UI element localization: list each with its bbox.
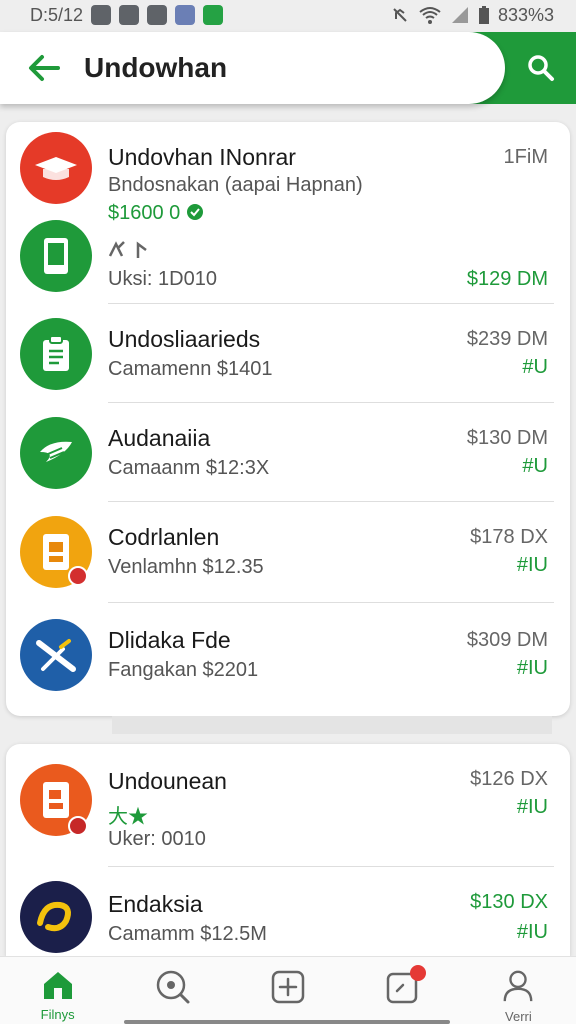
home-indicator xyxy=(124,1020,450,1024)
back-arrow-icon[interactable] xyxy=(26,50,62,86)
nav-label: Filnys xyxy=(40,1007,75,1022)
item-price: $126 DX xyxy=(470,768,548,790)
people-icon xyxy=(108,241,147,258)
item-subtitle: Fangakan $2201 xyxy=(108,659,259,681)
item-name: Undosliaarieds xyxy=(108,326,261,352)
nav-search[interactable] xyxy=(115,957,230,1024)
wifi-icon xyxy=(419,7,441,24)
item-subtitle: Venlamhn $12.35 xyxy=(108,556,264,578)
nav-add[interactable] xyxy=(230,957,345,1024)
nav-home[interactable]: Filnys xyxy=(0,957,115,1024)
search-circle-icon xyxy=(156,970,190,1004)
item-name: Undovhan INonrar xyxy=(108,144,296,170)
item-name: Endaksia xyxy=(108,891,203,917)
app-icon xyxy=(20,764,92,836)
ticket-icon xyxy=(40,441,72,462)
item-price: $178 DX xyxy=(470,526,548,548)
app-icon xyxy=(20,220,92,292)
item-subtitle: Uker: 0010 xyxy=(108,828,206,850)
list-item[interactable]: Dlidaka Fde Fangakan $2201 $309 DM #IU xyxy=(6,603,570,713)
app-icon xyxy=(20,516,92,588)
home-icon xyxy=(43,972,72,999)
item-tag: #U xyxy=(522,356,548,378)
item-tag: #IU xyxy=(516,796,548,818)
card-shadow xyxy=(112,716,552,734)
list-item[interactable]: Undovhan INonrar Bndosnakan (aapai Hapna… xyxy=(6,122,570,302)
battery-level: 833%3 xyxy=(497,4,554,25)
add-box-icon xyxy=(271,970,305,1004)
app-icon xyxy=(20,619,92,691)
clipboard-icon xyxy=(43,335,69,371)
item-price: $130 DX xyxy=(470,891,548,913)
app-icon xyxy=(20,318,92,390)
item-subtitle: Uksi: 1D010 xyxy=(108,268,217,290)
bottom-navigation: Filnys Verri xyxy=(0,956,576,1024)
item-name: Dlidaka Fde xyxy=(108,627,231,653)
status-time: D:5/12 xyxy=(30,4,84,25)
notification-icon xyxy=(203,5,224,25)
transaction-card: Undovhan INonrar Bndosnakan (aapai Hapna… xyxy=(6,122,570,716)
status-bar: D:5/12 833%3 xyxy=(0,0,576,30)
notification-badge xyxy=(409,965,426,981)
item-tag-line: 大★ xyxy=(108,806,148,828)
item-rating-icons xyxy=(108,240,152,266)
status-right: 833%3 xyxy=(390,5,554,26)
item-time: 1FiM xyxy=(503,146,548,168)
tools-icon xyxy=(36,639,76,672)
item-tag: #IU xyxy=(516,921,548,943)
document-icon xyxy=(43,782,69,818)
transaction-card: Undounean 大★ Uker: 0010 $126 DX #IU Enda… xyxy=(6,744,570,956)
item-price: $129 DM xyxy=(466,268,548,290)
verified-icon xyxy=(186,204,203,220)
battery-icon xyxy=(478,6,489,24)
id-card-icon xyxy=(43,534,69,570)
app-header: Undowhan xyxy=(0,32,576,106)
item-subtitle: Camaanm $12:3X xyxy=(108,457,270,479)
phone-icon xyxy=(44,238,68,274)
nav-profile[interactable]: Verri xyxy=(461,957,576,1024)
item-subtitle: Bndosnakan (aapai Hapnan) xyxy=(108,174,363,196)
person-icon xyxy=(504,970,533,1002)
alert-badge xyxy=(68,816,88,836)
item-amount-text: $1600 0 xyxy=(108,202,181,224)
notification-icon xyxy=(91,5,112,25)
item-tag: #IU xyxy=(516,657,548,679)
nav-notifications[interactable] xyxy=(346,957,461,1024)
item-price: $130 DM xyxy=(466,427,548,449)
signal-icon xyxy=(451,7,468,23)
item-subtitle: Camamm $12.5M xyxy=(108,923,267,945)
item-name: Audanaiia xyxy=(108,425,211,451)
app-icon xyxy=(20,417,92,489)
notification-icon xyxy=(147,5,168,25)
item-price: $309 DM xyxy=(466,629,548,651)
list-item[interactable]: Undounean 大★ Uker: 0010 $126 DX #IU xyxy=(6,744,570,866)
item-name: Codrlanlen xyxy=(108,524,220,550)
notification-icon xyxy=(175,5,196,25)
status-left: D:5/12 xyxy=(30,4,224,26)
list-item[interactable]: Audanaiia Camaanm $12:3X $130 DM #U xyxy=(6,403,570,501)
item-amount: $1600 0 xyxy=(108,202,204,225)
search-icon xyxy=(528,55,554,81)
item-name: Undounean xyxy=(108,768,227,794)
item-tag: #U xyxy=(522,455,548,477)
header-bar: Undowhan xyxy=(0,32,505,104)
list-item[interactable]: Endaksia Camamm $12.5M $130 DX #IU xyxy=(6,867,570,956)
item-tag: #IU xyxy=(516,554,548,576)
link-icon xyxy=(37,901,71,932)
list-item[interactable]: Codrlanlen Venlamhn $12.35 $178 DX #IU xyxy=(6,502,570,602)
page-title: Undowhan xyxy=(84,52,228,83)
silent-icon xyxy=(393,8,407,22)
app-icon xyxy=(20,132,92,204)
notification-icon xyxy=(119,5,140,25)
nav-label: Verri xyxy=(505,1009,532,1024)
item-subtitle: Camamenn $1401 xyxy=(108,358,273,380)
graduation-cap-icon xyxy=(35,157,77,180)
app-icon xyxy=(20,881,92,953)
list-item[interactable]: Undosliaarieds Camamenn $1401 $239 DM #U xyxy=(6,304,570,402)
alert-badge xyxy=(68,566,88,586)
item-price: $239 DM xyxy=(466,328,548,350)
